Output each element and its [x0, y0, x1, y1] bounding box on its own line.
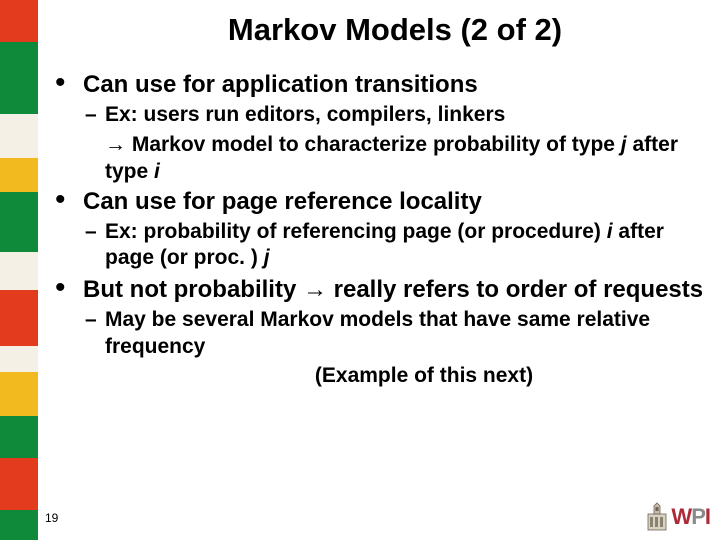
bullet-1-text: Can use for application transitions: [83, 70, 705, 100]
wpi-logo: WPI: [646, 502, 710, 532]
bullet-3-sublist: May be several Markov models that have s…: [83, 307, 705, 360]
sidebar-color-block: [0, 458, 38, 510]
wpi-logo-text: WPI: [671, 504, 710, 530]
bullet-2-sub-1: Ex: probability of referencing page (or …: [105, 219, 705, 272]
logo-letter-w: W: [671, 504, 691, 529]
sidebar-color-block: [0, 42, 38, 114]
bullet-1: Can use for application transitions Ex: …: [83, 70, 705, 185]
sidebar-color-block: [0, 372, 38, 416]
sidebar-color-block: [0, 158, 38, 192]
sidebar-color-block: [0, 192, 38, 252]
slide-title: Markov Models (2 of 2): [85, 12, 705, 48]
sidebar-color-block: [0, 0, 38, 42]
bullet-3-text: But not probability → really refers to o…: [83, 275, 705, 305]
bullet-list: Can use for application transitions Ex: …: [55, 70, 705, 388]
logo-letter-i: I: [705, 504, 710, 529]
bullet-1-sublist: Ex: users run editors, compilers, linker…: [83, 102, 705, 128]
sidebar-color-block: [0, 114, 38, 158]
bullet-3: But not probability → really refers to o…: [83, 275, 705, 388]
bullet-3-sub-1: May be several Markov models that have s…: [105, 307, 705, 360]
sidebar-color-block: [0, 416, 38, 458]
bullet-2-sublist: Ex: probability of referencing page (or …: [83, 219, 705, 272]
example-note: (Example of this next): [83, 364, 705, 388]
sidebar-color-block: [0, 252, 38, 290]
slide-number: 19: [45, 511, 58, 525]
decorative-sidebar: [0, 0, 38, 540]
logo-letter-p: P: [691, 504, 705, 529]
bullet-1-extra: → Markov model to characterize probabili…: [83, 132, 705, 185]
sidebar-color-block: [0, 290, 38, 346]
bullet-1-sub-1: Ex: users run editors, compilers, linker…: [105, 102, 705, 128]
sidebar-color-block: [0, 510, 38, 540]
crest-icon: [646, 502, 668, 532]
bullet-2-text: Can use for page reference locality: [83, 187, 705, 217]
bullet-2: Can use for page reference locality Ex: …: [83, 187, 705, 272]
sidebar-color-block: [0, 346, 38, 372]
slide-content: Markov Models (2 of 2) Can use for appli…: [55, 12, 705, 512]
